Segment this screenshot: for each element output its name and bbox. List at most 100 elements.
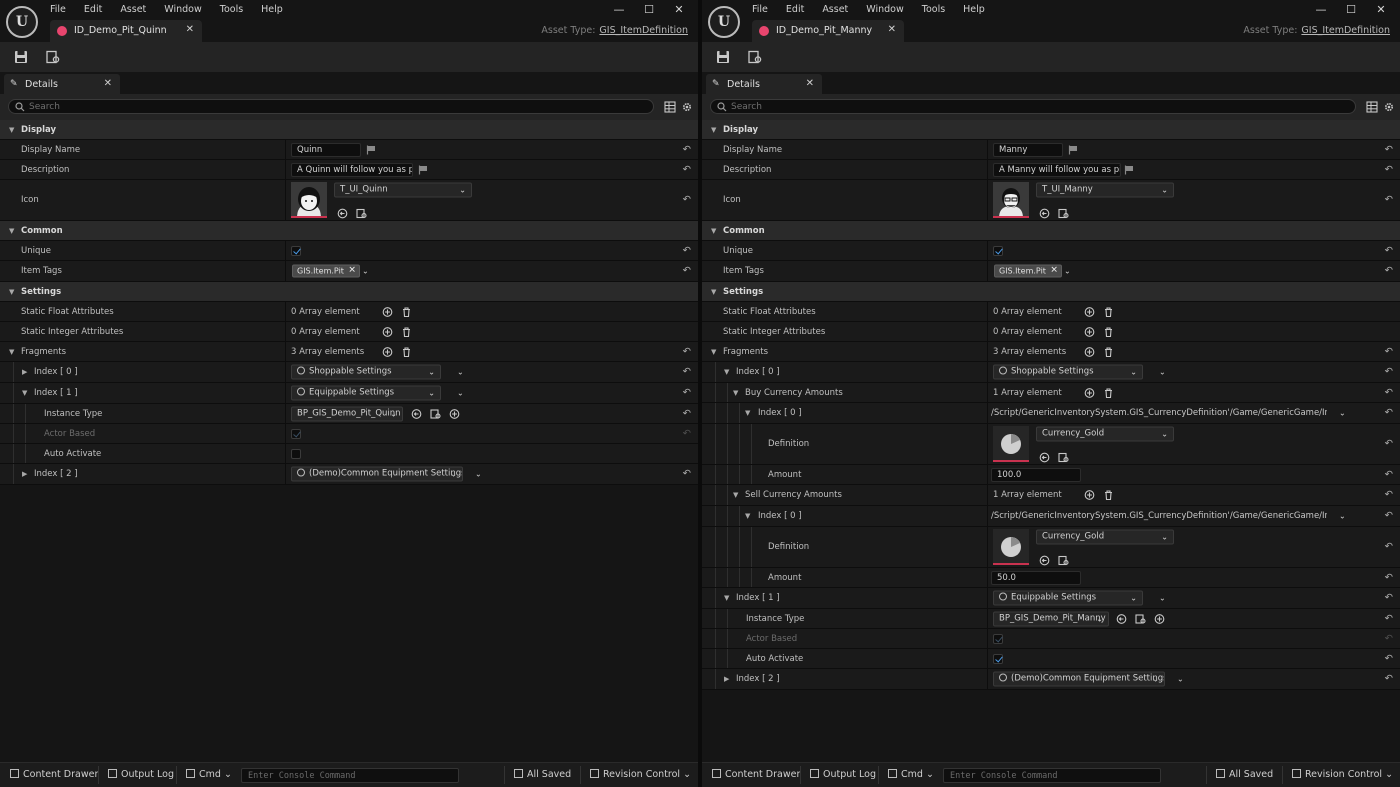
close-details-icon[interactable]: ✕ [104, 78, 112, 89]
gameplay-tag-chip[interactable]: GIS.Item.Pit ✕ [994, 264, 1062, 278]
expand-arrow-icon[interactable]: ▶ [724, 675, 729, 683]
use-selected-icon[interactable] [1039, 555, 1050, 566]
browse-asset-icon[interactable] [1135, 613, 1146, 624]
icon-texture-dropdown[interactable]: T_UI_Quinn ⌄ [334, 182, 472, 198]
expand-arrow-icon[interactable]: ▼ [9, 126, 14, 134]
buy-amount-field[interactable]: 100.0 [991, 467, 1081, 482]
output-log-button[interactable]: Output Log [108, 763, 174, 787]
currency-thumbnail[interactable] [993, 426, 1029, 462]
browse-to-asset-icon[interactable] [748, 50, 762, 64]
sell-amount-field[interactable]: 50.0 [991, 570, 1081, 585]
localization-flag-icon[interactable] [1068, 145, 1078, 155]
trash-icon[interactable] [1103, 326, 1114, 337]
category-settings[interactable]: ▼ Settings [702, 282, 1400, 302]
element-options-chevron-icon[interactable]: ⌄ [457, 368, 464, 377]
expand-arrow-icon[interactable]: ▼ [711, 288, 716, 296]
revision-control-button[interactable]: Revision Control ⌄ [1292, 763, 1393, 787]
reset-to-default-icon[interactable]: ↶ [1385, 245, 1393, 256]
reset-to-default-icon[interactable]: ↶ [1385, 593, 1393, 604]
fragment-type-dropdown[interactable]: Equippable Settings ⌄ [291, 385, 441, 401]
unique-checkbox[interactable] [993, 245, 1003, 256]
cmd-dropdown[interactable]: Cmd ⌄ [888, 763, 934, 787]
use-selected-icon[interactable] [337, 208, 348, 219]
category-settings[interactable]: ▼ Settings [0, 282, 698, 302]
unique-checkbox[interactable] [291, 245, 301, 256]
fragment-type-dropdown[interactable]: (Demo)Common Equipment Settings ⌄ [291, 466, 463, 482]
expand-arrow-icon[interactable]: ▼ [711, 126, 716, 134]
add-element-icon[interactable] [1084, 326, 1095, 337]
trash-icon[interactable] [1103, 346, 1114, 357]
reset-to-default-icon[interactable]: ↶ [683, 144, 691, 155]
element-options-chevron-icon[interactable]: ⌄ [1159, 594, 1166, 603]
reset-to-default-icon[interactable]: ↶ [1385, 439, 1393, 450]
trash-icon[interactable] [1103, 306, 1114, 317]
localization-flag-icon[interactable] [418, 165, 428, 175]
expand-arrow-icon[interactable]: ▼ [9, 348, 14, 356]
content-drawer-button[interactable]: Content Drawer [10, 763, 98, 787]
expand-arrow-icon[interactable]: ▼ [9, 227, 14, 235]
console-command-input[interactable] [950, 770, 1150, 781]
reset-to-default-icon[interactable]: ↶ [683, 469, 691, 480]
unreal-logo-icon[interactable]: U [6, 6, 38, 38]
cmd-dropdown[interactable]: Cmd ⌄ [186, 763, 232, 787]
menu-asset[interactable]: Asset [822, 4, 848, 18]
add-element-icon[interactable] [382, 306, 393, 317]
menu-tools[interactable]: Tools [220, 4, 243, 18]
trash-icon[interactable] [401, 306, 412, 317]
unreal-logo-icon[interactable]: U [708, 6, 740, 38]
element-options-chevron-icon[interactable]: ⌄ [1339, 512, 1346, 521]
maximize-button[interactable]: ☐ [634, 2, 664, 18]
details-tab[interactable]: ✎ Details ✕ [706, 74, 822, 94]
localization-flag-icon[interactable] [366, 145, 376, 155]
search-input[interactable] [29, 101, 329, 112]
currency-thumbnail[interactable] [993, 529, 1029, 565]
menu-window[interactable]: Window [866, 4, 903, 18]
menu-file[interactable]: File [50, 4, 66, 18]
close-tab-icon[interactable]: ✕ [186, 24, 194, 35]
gear-icon[interactable] [681, 101, 693, 113]
icon-thumbnail[interactable] [291, 182, 327, 218]
reset-to-default-icon[interactable]: ↶ [683, 346, 691, 357]
reset-to-default-icon[interactable]: ↶ [683, 388, 691, 399]
property-matrix-icon[interactable] [1366, 101, 1378, 113]
reset-to-default-icon[interactable]: ↶ [1385, 346, 1393, 357]
icon-thumbnail[interactable] [993, 182, 1029, 218]
reset-to-default-icon[interactable]: ↶ [1385, 408, 1393, 419]
browse-asset-icon[interactable] [1058, 452, 1069, 463]
use-selected-icon[interactable] [411, 408, 422, 419]
fragment-type-dropdown[interactable]: (Demo)Common Equipment Settings ⌄ [993, 671, 1165, 687]
fragment-type-dropdown[interactable]: Equippable Settings ⌄ [993, 590, 1143, 606]
expand-arrow-icon[interactable]: ▼ [724, 594, 729, 602]
add-element-icon[interactable] [1084, 306, 1095, 317]
content-drawer-button[interactable]: Content Drawer [712, 763, 800, 787]
create-new-icon[interactable] [449, 408, 460, 419]
asset-type-link[interactable]: GIS_ItemDefinition [1301, 25, 1390, 36]
revision-control-button[interactable]: Revision Control ⌄ [590, 763, 691, 787]
use-selected-icon[interactable] [1116, 613, 1127, 624]
expand-arrow-icon[interactable]: ▼ [711, 348, 716, 356]
create-new-icon[interactable] [1154, 613, 1165, 624]
icon-texture-dropdown[interactable]: T_UI_Manny ⌄ [1036, 182, 1174, 198]
reset-to-default-icon[interactable]: ↶ [1385, 387, 1393, 398]
gear-icon[interactable] [1383, 101, 1395, 113]
use-selected-icon[interactable] [1039, 452, 1050, 463]
trash-icon[interactable] [1103, 387, 1114, 398]
category-display[interactable]: ▼ Display [0, 120, 698, 140]
output-log-button[interactable]: Output Log [810, 763, 876, 787]
reset-to-default-icon[interactable]: ↶ [683, 245, 691, 256]
menu-help[interactable]: Help [261, 4, 283, 18]
add-element-icon[interactable] [1084, 387, 1095, 398]
reset-to-default-icon[interactable]: ↶ [1385, 469, 1393, 480]
expand-arrow-icon[interactable]: ▼ [724, 368, 729, 376]
menu-tools[interactable]: Tools [922, 4, 945, 18]
save-icon[interactable] [14, 50, 28, 64]
display-name-field[interactable]: Manny [993, 142, 1063, 157]
add-element-icon[interactable] [382, 326, 393, 337]
close-details-icon[interactable]: ✕ [806, 78, 814, 89]
localization-flag-icon[interactable] [1124, 165, 1134, 175]
trash-icon[interactable] [1103, 490, 1114, 501]
category-display[interactable]: ▼ Display [702, 120, 1400, 140]
element-options-chevron-icon[interactable]: ⌄ [1339, 409, 1346, 418]
element-options-chevron-icon[interactable]: ⌄ [457, 389, 464, 398]
browse-asset-icon[interactable] [1058, 555, 1069, 566]
